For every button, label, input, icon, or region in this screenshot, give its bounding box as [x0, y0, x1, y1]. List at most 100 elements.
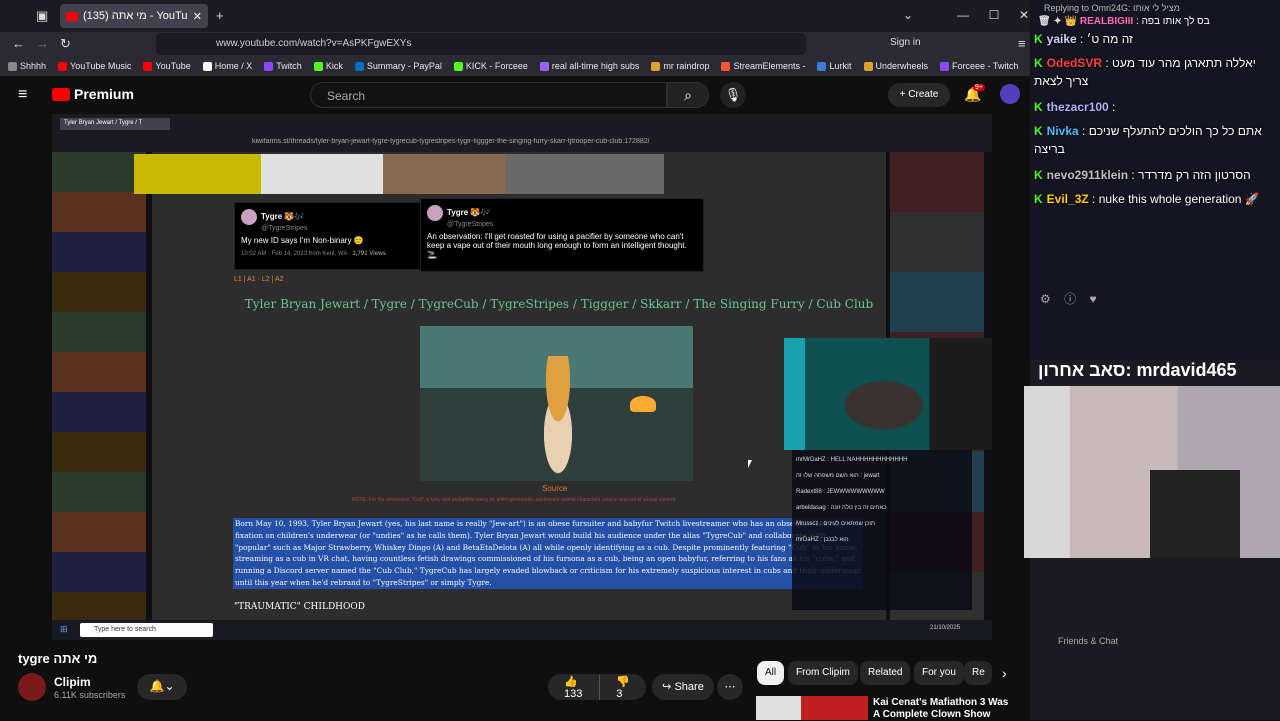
chip-for-you[interactable]: For you	[914, 661, 964, 685]
bookmark-item[interactable]: Twitch	[264, 61, 302, 71]
suggested-video-thumbnail[interactable]	[756, 696, 868, 720]
more-actions-button[interactable]: ⋯	[717, 674, 743, 700]
bookmark-label: real all-time high subs	[551, 61, 640, 71]
stream-chat-overlay: mrMrDaHZ : HELL NAHHHHHHHHHHHH הוא השם מ…	[792, 450, 972, 610]
chat-line: K Evil_3Z : nuke this whole generation 🚀	[1034, 192, 1260, 206]
bookmark-label: Summary - PayPal	[366, 61, 442, 71]
streamer-facecam	[784, 338, 992, 450]
account-avatar[interactable]	[1000, 84, 1020, 104]
friends-chat-label[interactable]: Friends & Chat	[1058, 636, 1118, 646]
kick-badge-icon: K	[1034, 192, 1043, 206]
note-text: NOTE: For the uninitiated, "Cub" is furr…	[352, 497, 677, 503]
chevron-right-icon[interactable]: ›	[1002, 665, 1007, 681]
source-link: Source	[542, 484, 568, 493]
share-icon: ↪	[662, 681, 672, 693]
hamburger-menu-icon[interactable]: ≡	[18, 86, 27, 104]
bookmark-item[interactable]: Home / X	[202, 61, 252, 71]
settings-icon[interactable]: ⚙	[1040, 292, 1051, 306]
bookmark-icon	[58, 61, 68, 71]
chat-message: mrMrDaHZ : HELL NAHHHHHHHHHHHH	[796, 457, 908, 463]
tweet-handle: @TygreStripes	[447, 221, 494, 228]
bookmark-icon	[863, 61, 873, 71]
thumbs-up-icon: 👍	[564, 675, 578, 688]
youtube-premium-logo[interactable]: Premium	[74, 86, 134, 102]
chip-recent[interactable]: Re	[964, 661, 992, 685]
info-icon[interactable]: ⓘ	[1064, 292, 1076, 306]
bookmark-item[interactable]: YouTube Music	[58, 61, 131, 71]
close-tab-icon[interactable]: ✕	[193, 10, 202, 23]
tweet-meta: 10:02 AM · Feb 14, 2023 from Kent, WA ·	[241, 251, 351, 257]
back-icon[interactable]: ←	[12, 36, 25, 51]
search-icon: ⌕	[684, 87, 692, 103]
chat-message: mrDaHZ : הוא לבנבן	[796, 537, 849, 543]
bookmark-item[interactable]: YouTube	[143, 61, 191, 71]
subscription-bell-button[interactable]: 🔔⌄	[137, 674, 187, 700]
suggested-video-title[interactable]: Kai Cenat's Mafiathon 3 Was A Complete C…	[873, 697, 1013, 721]
mouse-cursor-icon	[748, 460, 752, 468]
video-inner-tab: Tyler Bryan Jewart / Tygre / T	[60, 118, 170, 130]
video-player[interactable]: Tyler Bryan Jewart / Tygre / T kiwifarms…	[52, 114, 992, 640]
chat-line: Kthezacr100 :	[1034, 100, 1116, 114]
search-placeholder: Search	[327, 89, 366, 103]
chat-username: thezacr100	[1046, 100, 1109, 114]
youtube-logo-icon[interactable]	[52, 88, 70, 101]
bookmark-item[interactable]: mr raindrop	[651, 61, 709, 71]
bookmark-label: KICK - Forceee	[465, 61, 528, 71]
bookmark-icon	[354, 61, 364, 71]
bookmark-item[interactable]: Shhhh	[8, 61, 46, 71]
bookmark-item[interactable]: Forceee - Twitch	[940, 61, 1018, 71]
bookmark-item[interactable]: StreamElements -	[721, 61, 805, 71]
chat-line: K OdedSVR : יאללה תתארגן מהר עוד מעט צריך…	[1034, 56, 1256, 88]
kick-badge-icon: K	[1034, 100, 1043, 114]
bookmark-item[interactable]: Summary - PayPal	[354, 61, 442, 71]
sign-in-link[interactable]: Sign in	[890, 37, 921, 48]
bookmark-icon	[264, 61, 274, 71]
inner-clock: 21/10/2025	[930, 625, 961, 631]
latest-sub-banner: סאב אחרון: mrdavid465	[1038, 360, 1237, 380]
menu-icon[interactable]: ≡	[1018, 36, 1026, 51]
kick-badge-icon: K	[1034, 56, 1043, 70]
chat-username: yaike	[1046, 32, 1077, 46]
chip-from-channel[interactable]: From Clipim	[788, 661, 858, 685]
tab-list-icon[interactable]: ▣	[36, 8, 48, 24]
bookmark-icon	[651, 61, 661, 71]
heart-icon[interactable]: ♥	[1089, 292, 1096, 306]
like-button[interactable]: 👍 133	[548, 675, 599, 700]
reload-icon[interactable]: ↻	[60, 36, 71, 52]
channel-avatar[interactable]	[18, 673, 46, 701]
bookmark-item[interactable]: Lurkit	[817, 61, 852, 71]
bookmark-item[interactable]: KICK - Forceee	[453, 61, 528, 71]
tweet-card: Tygre 🐯🎶 @TygreStripes My new ID says I'…	[234, 202, 424, 270]
chip-all[interactable]: All	[757, 661, 785, 685]
tweet-text: My new ID says I'm Non-binary 😊	[241, 236, 364, 245]
chat-username: nevo2911klein	[1046, 168, 1129, 182]
share-button[interactable]: ↪ Share	[652, 674, 714, 700]
bookmark-item[interactable]: real all-time high subs	[539, 61, 640, 71]
new-tab-icon[interactable]: +	[216, 8, 224, 23]
tweet-views: 3,791 Views	[352, 251, 387, 257]
bookmark-label: StreamElements -	[733, 61, 806, 71]
tiger-avatar-image	[530, 356, 586, 476]
dislike-button[interactable]: 👎 3	[599, 674, 646, 700]
voice-search-button[interactable]: 🎙	[720, 82, 746, 108]
bookmark-item[interactable]: Kick	[313, 61, 343, 71]
browser-tab-youtube[interactable]: (135) מי אתה - YouTube ✕	[60, 4, 208, 28]
create-button[interactable]: + Create	[888, 83, 950, 107]
bookmark-icon	[539, 61, 549, 71]
url-bar[interactable]: www.youtube.com/watch?v=AsPKFgwEXYs	[156, 33, 806, 55]
maximize-icon[interactable]: ☐	[986, 8, 1002, 22]
chevron-down-icon[interactable]: ⌄	[900, 8, 916, 22]
minimize-icon[interactable]: —	[955, 8, 971, 22]
bookmark-item[interactable]: Underwheels	[863, 61, 928, 71]
channel-name[interactable]: Clipim	[54, 675, 91, 689]
bookmark-label: Shhhh	[20, 61, 47, 71]
search-button[interactable]: ⌕	[667, 82, 709, 108]
search-input[interactable]: Search	[310, 82, 667, 108]
image-strip	[134, 154, 664, 194]
avatar	[241, 209, 257, 225]
kick-badge-icon: K	[1034, 32, 1043, 46]
forward-icon[interactable]: →	[36, 36, 49, 51]
chip-related[interactable]: Related	[860, 661, 911, 685]
tweet-text: An observation: I'll get roasted for usi…	[427, 232, 687, 259]
bookmark-label: mr raindrop	[663, 61, 710, 71]
